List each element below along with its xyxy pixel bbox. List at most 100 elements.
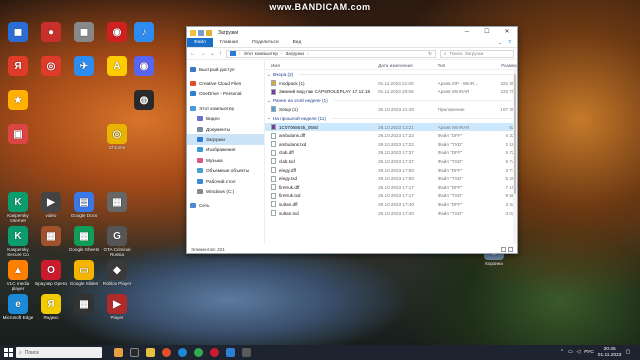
app-icon[interactable] xyxy=(242,348,251,357)
desktop-shortcut[interactable]: ▦ Google Sheets xyxy=(68,226,100,257)
desktop-shortcut[interactable]: ◎ xyxy=(35,56,67,87)
desktop-shortcut[interactable]: Я Яндекс xyxy=(35,294,67,325)
file-row[interactable]: Setup (1) 30.10.2023 21:49 Приложение 107 3… xyxy=(265,105,517,114)
desktop-shortcut[interactable]: G GTA Criminal Russia xyxy=(101,226,133,257)
desktop-shortcut[interactable]: Я xyxy=(2,56,34,87)
close-button[interactable]: ✕ xyxy=(497,27,517,38)
desktop-shortcut[interactable]: K Kaspersky Secure Co xyxy=(2,226,34,257)
desktop-shortcut[interactable]: ◼ xyxy=(2,22,34,53)
file-explorer-icon[interactable] xyxy=(146,348,155,357)
desktop-shortcut[interactable]: ▤ Google Docs xyxy=(68,192,100,223)
yandex-browser-icon[interactable] xyxy=(162,348,171,357)
tab-home[interactable]: Главная xyxy=(213,38,245,47)
collapse-chevron-icon[interactable]: ⌄ xyxy=(267,72,271,78)
sidebar-item[interactable]: Музыка xyxy=(187,155,264,165)
vertical-scrollbar[interactable] xyxy=(513,70,517,244)
desktop-shortcut[interactable]: ◎ Chrome xyxy=(101,124,133,155)
expand-ribbon-icon[interactable]: ⌄ xyxy=(498,40,502,46)
file-row[interactable]: firetruk.txd 29.10.2023 17:17 Файл "TXD" 9 … xyxy=(265,192,517,201)
desktop-shortcut[interactable]: ◆ Roblox Player xyxy=(101,260,133,291)
column-name[interactable]: Имя xyxy=(271,63,378,68)
file-row[interactable]: Зимний мод-пак CAPSROLEPLAY 17.12.19 01.1… xyxy=(265,88,517,97)
file-row[interactable]: modpack (1) 01.11.2023 21:00 Архив ZIP - W… xyxy=(265,79,517,88)
recent-locations-icon[interactable]: ⌄ xyxy=(210,50,215,57)
group-header[interactable]: ⌄ Вчера (2) xyxy=(265,70,517,79)
sidebar-item[interactable]: Быстрый доступ xyxy=(187,64,264,74)
clock[interactable]: 20:45 01.11.2023 xyxy=(598,347,622,358)
widgets-icon[interactable] xyxy=(114,348,123,357)
desktop-shortcut[interactable]: ◍ xyxy=(128,90,160,121)
search-input[interactable]: ⌕ Поиск: Загрузки xyxy=(440,49,514,58)
desktop-shortcut[interactable]: ◉ xyxy=(128,56,160,87)
file-row[interactable]: ambulans.dff 29.10.2023 17:22 Файл "DFF" 4 … xyxy=(265,131,517,140)
desktop-shortcut[interactable]: ◼ xyxy=(68,22,100,53)
column-date[interactable]: Дата изменения xyxy=(378,63,438,68)
store-icon[interactable] xyxy=(226,348,235,357)
desktop-shortcut[interactable]: K Kaspersky Internet xyxy=(2,192,34,223)
sidebar-item[interactable]: Видео xyxy=(187,114,264,124)
sidebar-item[interactable]: Изображения xyxy=(187,145,264,155)
file-row[interactable]: elegy.txd 29.10.2023 17:50 Файл "TXD" 5 297 xyxy=(265,174,517,183)
desktop-shortcut[interactable]: ▦ xyxy=(35,226,67,257)
tab-share[interactable]: Поделиться xyxy=(245,38,286,47)
collapse-chevron-icon[interactable]: ⌄ xyxy=(267,115,271,121)
show-hidden-icons-icon[interactable]: ⌃ xyxy=(560,350,564,355)
group-header[interactable]: ⌄ На прошлой неделе (11) xyxy=(265,114,517,123)
file-row[interactable]: clab.dff 29.10.2023 17:37 Файл "DFF" 5 726 xyxy=(265,149,517,158)
edge-icon[interactable] xyxy=(178,348,187,357)
maximize-button[interactable]: ☐ xyxy=(477,27,497,38)
tab-view[interactable]: Вид xyxy=(286,38,309,47)
sidebar-item[interactable]: Рабочий стол xyxy=(187,176,264,186)
network-icon[interactable]: ▭ xyxy=(568,350,573,355)
desktop-shortcut[interactable]: ▦ xyxy=(68,294,100,325)
column-size[interactable]: Размер xyxy=(487,63,517,68)
chrome-icon[interactable] xyxy=(194,348,203,357)
volume-icon[interactable]: ◁ xyxy=(576,350,580,355)
file-row[interactable]: firetruk.dff 29.10.2023 17:17 Файл "DFF" 7 … xyxy=(265,183,517,192)
file-row[interactable]: ambulans.txd 29.10.2023 17:22 Файл "TXD" 2 … xyxy=(265,140,517,149)
new-folder-icon[interactable] xyxy=(206,29,212,36)
back-button[interactable]: ← xyxy=(190,51,196,57)
desktop-shortcut[interactable]: ★ xyxy=(2,90,34,121)
sidebar-item[interactable]: OneDrive - Personal xyxy=(187,89,264,99)
sidebar-item[interactable]: Сеть xyxy=(187,201,264,211)
desktop-shortcut[interactable]: ▣ xyxy=(2,124,34,155)
desktop-shortcut[interactable]: ✈ xyxy=(68,56,100,87)
desktop-shortcut[interactable]: ▶ Player xyxy=(101,294,133,325)
task-view-icon[interactable] xyxy=(130,348,139,357)
file-row[interactable]: sultan.dff 29.10.2023 17:40 Файл "DFF" 3 42… xyxy=(265,200,517,209)
sidebar-item[interactable]: Загрузки xyxy=(187,134,264,145)
sidebar-item[interactable]: Этот компьютер xyxy=(187,103,264,113)
file-row[interactable]: clab.txd 29.10.2023 17:37 Файл "TXD" 6 744 xyxy=(265,157,517,166)
language-indicator[interactable]: РУС xyxy=(584,350,594,355)
up-button[interactable]: ↑ xyxy=(219,51,222,57)
notifications-icon[interactable]: ▢ xyxy=(625,350,630,355)
desktop-shortcut[interactable]: ♪ xyxy=(128,22,160,53)
file-row[interactable]: 1C07068645_0550 29.10.2023 13:21 Архив Win… xyxy=(265,122,517,132)
sidebar-item[interactable]: Windows (C:) xyxy=(187,186,264,196)
sidebar-item[interactable]: Документы xyxy=(187,124,264,134)
folder-icon[interactable] xyxy=(190,29,196,36)
desktop-shortcut[interactable]: ▶ video xyxy=(35,192,67,223)
desktop-shortcut[interactable]: ▦ xyxy=(101,192,133,223)
desktop-shortcut[interactable]: ● xyxy=(35,22,67,53)
start-button[interactable] xyxy=(0,345,16,360)
sidebar-item[interactable]: Creative Cloud Files xyxy=(187,78,264,88)
opera-icon[interactable] xyxy=(210,348,219,357)
group-header[interactable]: ⌄ Ранее на этой неделе (1) xyxy=(265,96,517,105)
file-row[interactable]: sultan.txd 29.10.2023 17:40 Файл "TXD" 3 02… xyxy=(265,209,517,218)
scrollbar-thumb[interactable] xyxy=(514,74,516,194)
minimize-button[interactable]: ─ xyxy=(457,27,477,38)
breadcrumb-this-pc[interactable]: Этот компьютер xyxy=(244,51,278,56)
address-bar[interactable]: › Этот компьютер › Загрузки › ↻ xyxy=(226,49,436,58)
refresh-icon[interactable]: ↻ xyxy=(428,51,435,57)
properties-icon[interactable] xyxy=(198,29,204,36)
tab-file[interactable]: Файл xyxy=(187,38,213,47)
details-view-icon[interactable] xyxy=(501,247,506,252)
taskbar-search[interactable]: ⌕ Поиск xyxy=(16,347,102,358)
desktop-shortcut[interactable]: ▲ VLC media player xyxy=(2,260,34,291)
desktop-shortcut[interactable]: O Браузер Opera xyxy=(35,260,67,291)
collapse-chevron-icon[interactable]: ⌄ xyxy=(267,98,271,104)
column-type[interactable]: Тип xyxy=(438,63,488,68)
forward-button[interactable]: → xyxy=(200,51,206,57)
